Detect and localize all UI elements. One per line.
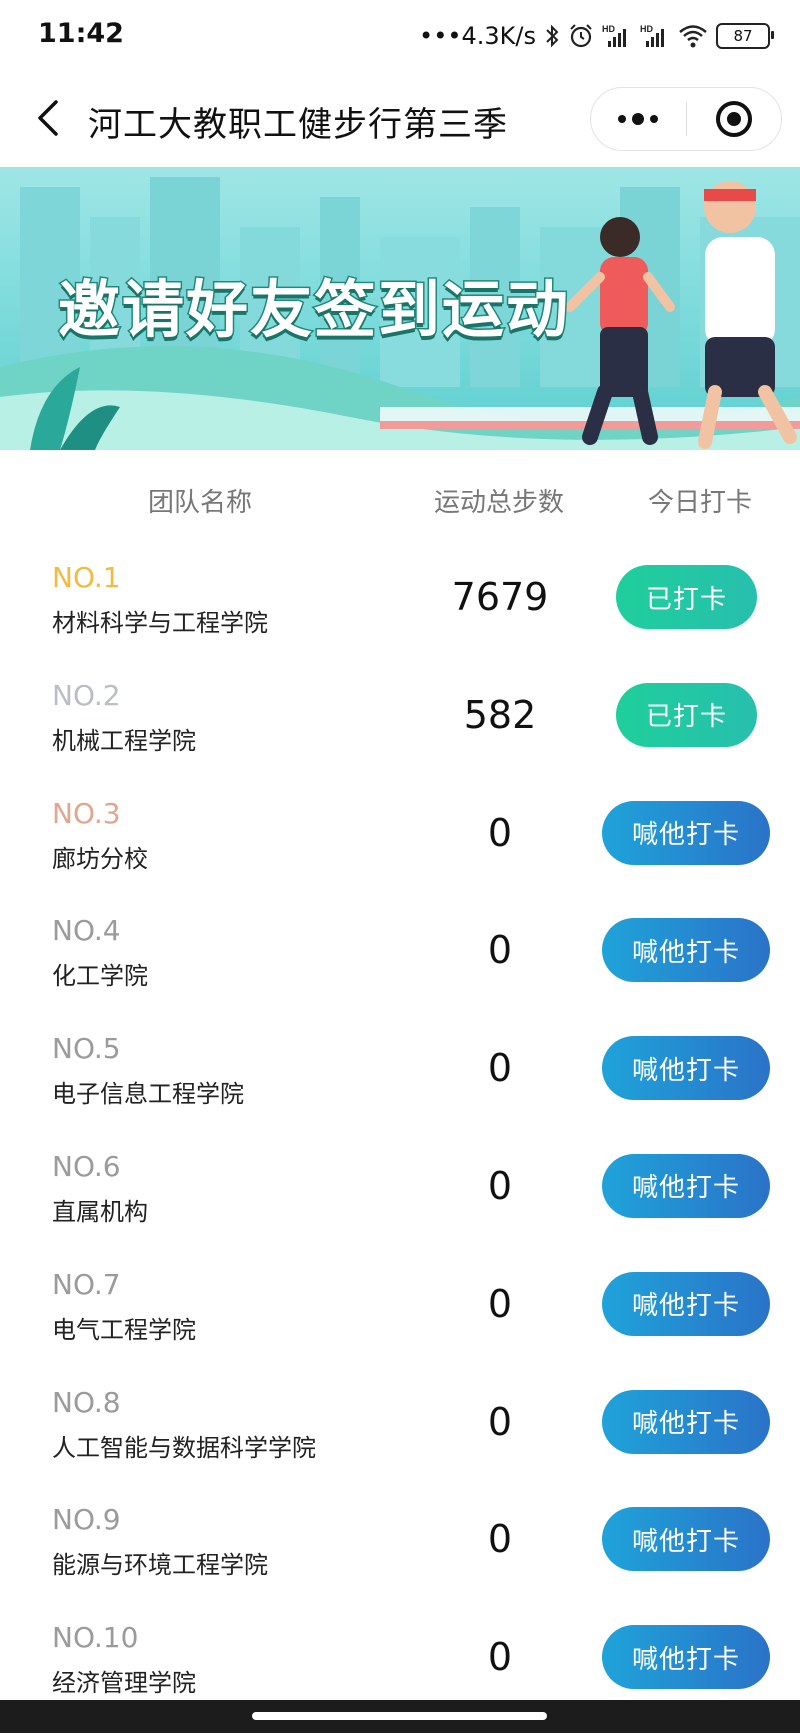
step-count: 0: [487, 1517, 513, 1562]
remind-checkin-button[interactable]: 喊他打卡: [602, 800, 770, 865]
rank-label: NO.7: [52, 1267, 121, 1301]
team-name: 经济管理学院: [52, 1669, 196, 1698]
rank-label: NO.5: [52, 1032, 121, 1066]
back-arrow-icon[interactable]: [28, 96, 72, 140]
team-name: 人工智能与数据科学学院: [52, 1433, 316, 1462]
step-count: 582: [463, 692, 537, 737]
team-name: 机械工程学院: [52, 726, 196, 755]
rank-label: NO.10: [52, 1621, 139, 1655]
rank-label: NO.8: [52, 1385, 121, 1419]
home-indicator[interactable]: [252, 1712, 547, 1720]
alarm-icon: [568, 23, 594, 49]
team-name: 廊坊分校: [52, 844, 148, 873]
team-row: NO.5 电子信息工程学院 0 喊他打卡: [0, 1016, 800, 1134]
status-icons: •••4.3K/s HD HD 87: [419, 18, 774, 54]
remind-checkin-button[interactable]: 喊他打卡: [602, 918, 770, 983]
step-count: 0: [487, 1046, 513, 1091]
target-icon: [715, 101, 752, 137]
step-count: 7679: [451, 575, 549, 619]
remind-checkin-button[interactable]: 喊他打卡: [602, 1507, 770, 1572]
team-name: 材料科学与工程学院: [52, 609, 268, 637]
step-count: 0: [487, 1281, 513, 1326]
column-header-checkin: 今日打卡: [648, 488, 753, 518]
close-mini-program-button[interactable]: [687, 88, 782, 150]
remind-checkin-button[interactable]: 喊他打卡: [602, 1271, 770, 1336]
signal-icon: HD: [602, 23, 632, 49]
rank-label: NO.2: [52, 678, 121, 712]
step-count: 0: [487, 810, 513, 855]
team-ranking-list: NO.1 材料科学与工程学院 7679 已打卡 NO.2 机械工程学院 582 …: [0, 545, 800, 1723]
more-button[interactable]: [591, 88, 686, 150]
team-row: NO.7 电气工程学院 0 喊他打卡: [0, 1252, 800, 1370]
rank-label: NO.3: [52, 796, 121, 830]
team-row: NO.1 材料科学与工程学院 7679 已打卡: [0, 545, 800, 663]
rank-label: NO.1: [52, 561, 121, 594]
remind-checkin-button[interactable]: 喊他打卡: [602, 1036, 770, 1101]
team-row: NO.2 机械工程学院 582 已打卡: [0, 663, 800, 781]
team-row: NO.8 人工智能与数据科学学院 0 喊他打卡: [0, 1370, 800, 1488]
team-name: 电气工程学院: [52, 1315, 196, 1344]
team-row: NO.3 廊坊分校 0 喊他打卡: [0, 781, 800, 899]
rank-label: NO.6: [52, 1149, 121, 1183]
step-count: 0: [487, 928, 513, 973]
system-navigation-bar: [0, 1700, 800, 1733]
checked-in-button[interactable]: 已打卡: [616, 565, 757, 629]
banner-title: 邀请好友签到运动: [56, 272, 571, 348]
checked-in-button[interactable]: 已打卡: [616, 682, 757, 747]
team-row: NO.6 直属机构 0 喊他打卡: [0, 1134, 800, 1252]
battery-level: 87: [733, 27, 753, 45]
remind-checkin-button[interactable]: 喊他打卡: [602, 1389, 770, 1454]
title-bar: 河工大教职工健步行第三季: [0, 72, 800, 167]
step-count: 0: [487, 1163, 513, 1208]
team-row: NO.9 能源与环境工程学院 0 喊他打卡: [0, 1487, 800, 1605]
mini-program-capsule: [590, 87, 782, 151]
team-name: 直属机构: [52, 1197, 148, 1226]
remind-checkin-button[interactable]: 喊他打卡: [602, 1153, 770, 1218]
status-time: 11:42: [38, 18, 124, 49]
status-bar: 11:42 •••4.3K/s HD HD 87: [0, 0, 800, 72]
page-title: 河工大教职工健步行第三季: [88, 105, 508, 145]
remind-checkin-button[interactable]: 喊他打卡: [602, 1625, 770, 1690]
column-header-team: 团队名称: [148, 488, 253, 518]
banner[interactable]: 邀请好友签到运动: [0, 167, 800, 450]
team-name: 电子信息工程学院: [52, 1080, 244, 1109]
team-row: NO.4 化工学院 0 喊他打卡: [0, 898, 800, 1016]
hd-label: HD: [602, 24, 615, 34]
team-name: 能源与环境工程学院: [52, 1551, 268, 1580]
signal-icon: HD: [640, 23, 670, 49]
wifi-icon: [678, 23, 708, 49]
battery-icon: 87: [716, 23, 774, 49]
rank-label: NO.9: [52, 1503, 121, 1537]
bluetooth-icon: [544, 23, 560, 49]
more-icon: [618, 113, 659, 125]
hd-label: HD: [640, 24, 653, 34]
column-header-steps: 运动总步数: [434, 488, 565, 518]
step-count: 0: [487, 1399, 513, 1444]
step-count: 0: [487, 1635, 513, 1680]
rank-label: NO.4: [52, 914, 121, 948]
team-name: 化工学院: [52, 962, 148, 991]
network-speed: •••4.3K/s: [419, 22, 536, 50]
table-header: 团队名称 运动总步数 今日打卡: [0, 450, 800, 550]
